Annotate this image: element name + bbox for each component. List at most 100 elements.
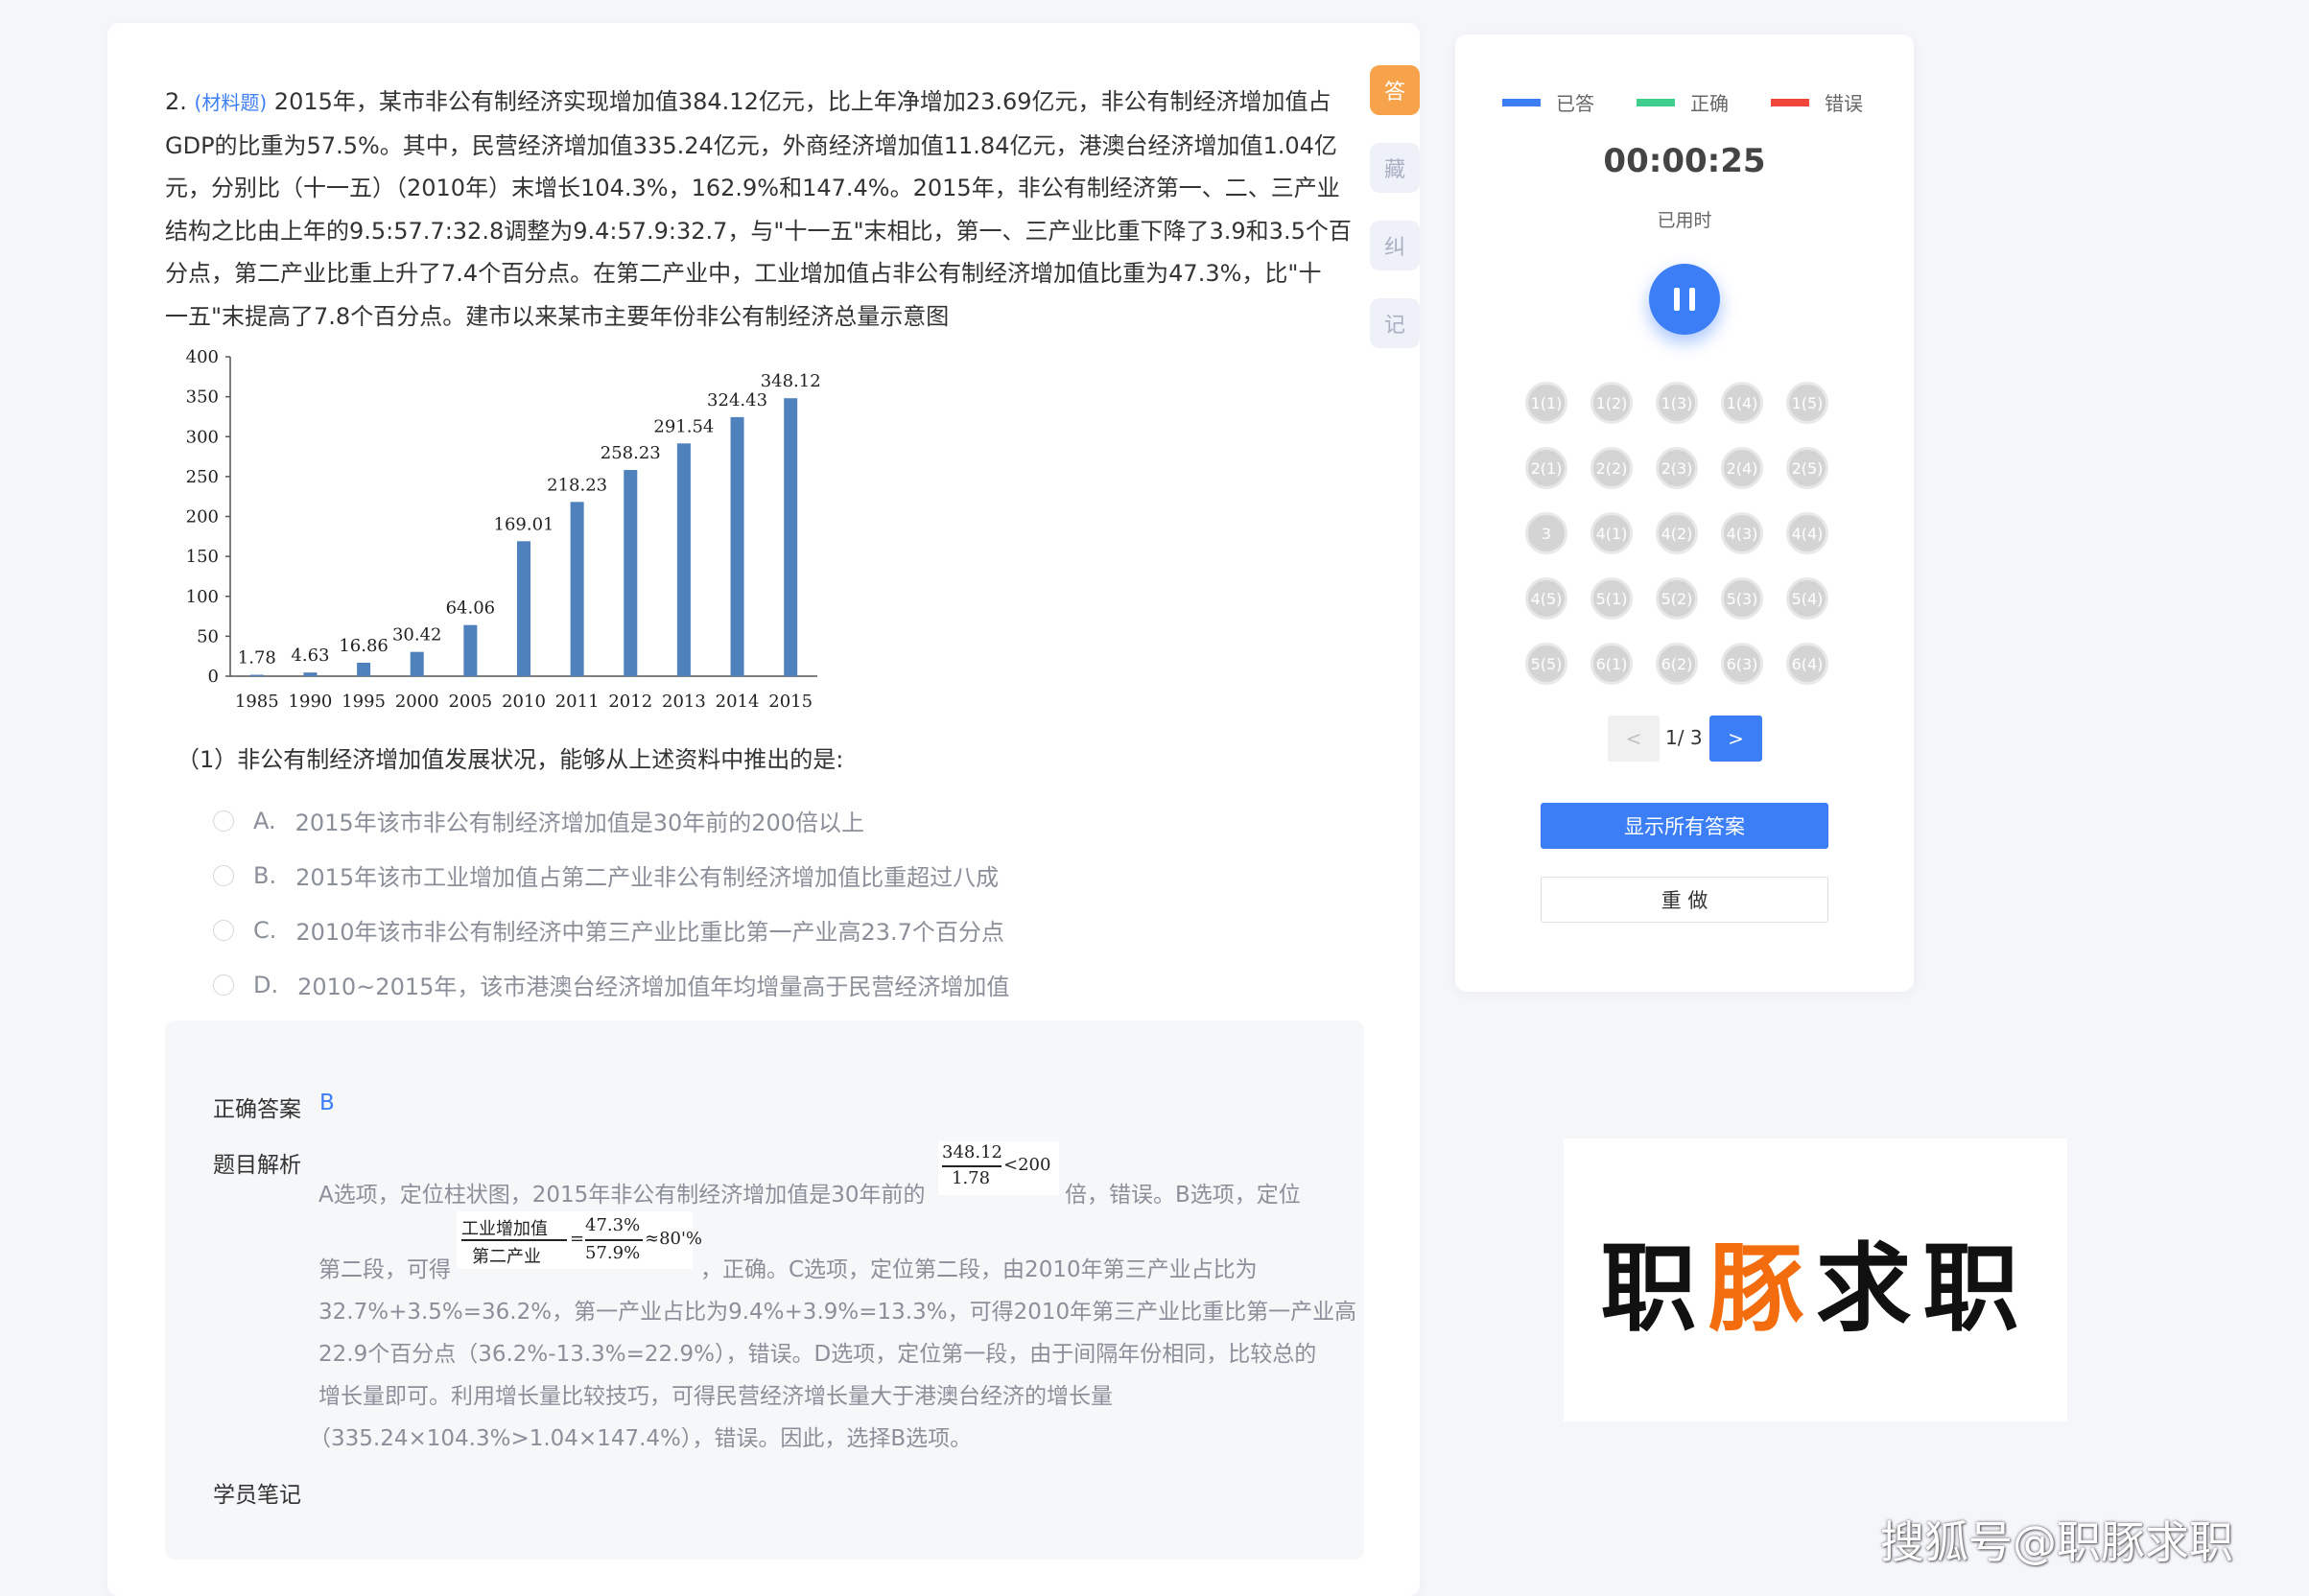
question-line: 一五"末提高了7.8个百分点。建市以来某市主要年份非公有制经济总量示意图 — [165, 302, 950, 330]
option-c[interactable]: C. 2010年该市非公有制经济中第三产业比重比第一产业高23.7个百分点 — [213, 913, 1004, 947]
analysis-text: 第二段，可得 — [318, 1257, 451, 1282]
bar-chart: 0 50 100 150 200 250 300 350 400 1.78 1985 4.63 1990… — [186, 347, 821, 712]
question-number-button[interactable]: 4(2) — [1656, 512, 1698, 554]
y-tick-label: 100 — [186, 587, 219, 607]
answer-panel — [165, 1021, 1364, 1560]
question-number-button[interactable]: 2(3) — [1656, 447, 1698, 489]
x-tick-label: 2010 — [502, 692, 546, 712]
y-tick-label: 200 — [186, 507, 219, 528]
bar — [676, 443, 691, 676]
x-tick-label: 1995 — [342, 692, 386, 712]
option-letter: C. — [253, 916, 277, 944]
question-number-button[interactable]: 1(5) — [1786, 382, 1828, 424]
x-tick-label: 2013 — [662, 692, 706, 712]
tab-answer-sheet[interactable]: 答 — [1370, 65, 1420, 115]
analysis-text: A选项，定位柱状图，2015年非公有制经济增加值是30年前的 — [318, 1183, 926, 1208]
data-label: 16.86 — [339, 636, 389, 656]
question-number-button[interactable]: 3 — [1525, 512, 1567, 554]
question-line: 结构之比由上年的9.5:57.7:32.8调整为9.4:57.9:32.7，与"… — [165, 217, 1352, 245]
correct-color-swatch — [1637, 98, 1675, 106]
x-tick-label: 2000 — [395, 692, 439, 712]
option-b[interactable]: B. 2015年该市工业增加值占第二产业非公有制经济增加值比重超过八成 — [213, 858, 999, 892]
analysis-text: 增长量即可。利用增长量比较技巧，可得民营经济增长量大于港澳台经济的增长量 — [318, 1384, 1113, 1409]
data-label: 291.54 — [653, 416, 714, 436]
question-number-button[interactable]: 6(1) — [1590, 643, 1633, 685]
next-page-button[interactable]: > — [1709, 716, 1762, 762]
brand-logo: 职豚求职 — [1564, 1138, 2067, 1421]
question-number-button[interactable]: 6(2) — [1656, 643, 1698, 685]
question-number-button[interactable]: 4(4) — [1786, 512, 1828, 554]
question-number-button[interactable]: 2(2) — [1590, 447, 1633, 489]
tab-notes[interactable]: 记 — [1370, 298, 1420, 348]
logo-text: 职豚求职 — [1600, 1232, 2031, 1345]
option-text: 2015年该市工业增加值占第二产业非公有制经济增加值比重超过八成 — [295, 864, 1000, 891]
y-tick-label: 50 — [197, 626, 219, 646]
question-number: 2. — [165, 88, 187, 115]
data-label: 1.78 — [238, 648, 276, 669]
show-all-answers-button[interactable]: 显示所有答案 — [1541, 803, 1828, 849]
bar — [463, 624, 478, 676]
option-letter: B. — [253, 861, 277, 889]
question-number-button[interactable]: 5(5) — [1525, 643, 1567, 685]
x-tick-label: 1990 — [289, 692, 333, 712]
question-number-button[interactable]: 5(3) — [1721, 577, 1763, 620]
radio-icon[interactable] — [213, 810, 234, 832]
x-tick-label: 2015 — [768, 692, 813, 712]
question-type-tag: (材料题) — [194, 91, 268, 114]
question-number-button[interactable]: 4(1) — [1590, 512, 1633, 554]
question-number-button[interactable]: 5(4) — [1786, 577, 1828, 620]
option-d[interactable]: D. 2010~2015年，该市港澳台经济增加值年均增量高于民营经济增加值 — [213, 968, 1009, 1001]
data-label: 64.06 — [446, 598, 496, 619]
question-number-button[interactable]: 4(5) — [1525, 577, 1567, 620]
question-stem: 2. (材料题) 2015年，某市非公有制经济实现增加值384.12亿元，比上年… — [165, 81, 1356, 338]
tab-report-error[interactable]: 纠 — [1370, 221, 1420, 270]
pause-button[interactable] — [1649, 264, 1720, 335]
question-number-button[interactable]: 1(3) — [1656, 382, 1698, 424]
question-line: 分点，第二产业比重上升了7.4个百分点。在第二产业中，工业增加值占非公有制经济增… — [165, 260, 1322, 287]
bar — [517, 541, 530, 676]
page-indicator: 1/ 3 — [1665, 726, 1703, 749]
question-line: 元，分别比（十一五）（2010年）末增长104.3%，162.9%和147.4%… — [165, 175, 1340, 201]
y-tick-label: 350 — [186, 387, 219, 408]
question-number-button[interactable]: 6(3) — [1721, 643, 1763, 685]
bar — [249, 674, 264, 676]
option-text: 2015年该市非公有制经济增加值是30年前的200倍以上 — [295, 810, 865, 836]
radio-icon[interactable] — [213, 919, 234, 941]
legend-wrong: 错误 — [1771, 88, 1863, 116]
y-tick-label: 150 — [186, 547, 219, 567]
question-number-button[interactable]: 1(1) — [1525, 382, 1567, 424]
option-letter: A. — [253, 807, 276, 834]
question-number-button[interactable]: 2(5) — [1786, 447, 1828, 489]
x-tick-label: 2005 — [448, 692, 492, 712]
redo-button[interactable]: 重 做 — [1541, 877, 1828, 923]
question-line: 2015年，某市非公有制经济实现增加值384.12亿元，比上年净增加23.69亿… — [273, 88, 1331, 115]
question-number-button[interactable]: 1(4) — [1721, 382, 1763, 424]
radio-icon[interactable] — [213, 974, 234, 996]
y-tick-label: 250 — [186, 467, 219, 487]
option-a[interactable]: A. 2015年该市非公有制经济增加值是30年前的200倍以上 — [213, 804, 864, 837]
correct-answer-label: 正确答案 — [213, 1097, 301, 1122]
question-number-button[interactable]: 2(4) — [1721, 447, 1763, 489]
question-number-button[interactable]: 5(2) — [1656, 577, 1698, 620]
question-number-button[interactable]: 4(3) — [1721, 512, 1763, 554]
option-text: 2010年该市非公有制经济中第三产业比重比第一产业高23.7个百分点 — [295, 919, 1004, 946]
radio-icon[interactable] — [213, 864, 234, 886]
question-number-button[interactable]: 2(1) — [1525, 447, 1567, 489]
data-label: 348.12 — [761, 371, 821, 391]
y-tick-label: 400 — [186, 347, 219, 367]
data-label: 4.63 — [291, 645, 329, 666]
tab-favorite[interactable]: 藏 — [1370, 143, 1420, 193]
sub-question: （1）非公有制经济增加值发展状况，能够从上述资料中推出的是: — [177, 746, 844, 773]
question-number-button[interactable]: 1(2) — [1590, 382, 1633, 424]
bar — [570, 502, 584, 676]
question-number-button[interactable]: 5(1) — [1590, 577, 1633, 620]
analysis-text: 22.9个百分点（36.2%-13.3%=22.9%），错误。D选项，定位第一段… — [318, 1342, 1317, 1367]
bar — [357, 662, 371, 676]
prev-page-button[interactable]: < — [1608, 716, 1660, 762]
question-number-button[interactable]: 6(4) — [1786, 643, 1828, 685]
wrong-color-swatch — [1771, 98, 1809, 106]
legend-correct: 正确 — [1637, 88, 1729, 116]
option-text: 2010~2015年，该市港澳台经济增加值年均增量高于民营经济增加值 — [297, 974, 1010, 1000]
analysis-label: 题目解析 — [213, 1153, 301, 1178]
analysis-text: ，正确。C选项，定位第二段，由2010年第三产业占比为 — [700, 1257, 1258, 1282]
